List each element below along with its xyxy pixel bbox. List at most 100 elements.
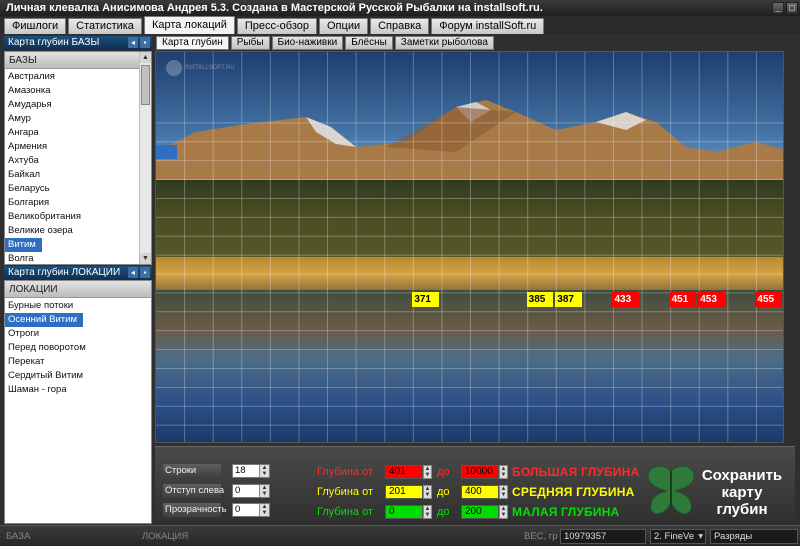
depth-from-label: Глубина от: [317, 506, 373, 518]
list-item-label: Байкал: [8, 169, 41, 180]
list-item[interactable]: Осенний Витим: [5, 313, 151, 328]
tab-statistics[interactable]: Статистика: [68, 18, 142, 34]
main-tab-bar: Фишлоги Статистика Карта локаций Пресс-о…: [0, 16, 800, 34]
up-arrow-icon[interactable]: ▲: [140, 52, 151, 63]
list-item-label: Осенний Витим: [5, 313, 84, 328]
rows-stepper[interactable]: 18 ▲ ▼: [232, 464, 270, 478]
depth-marker[interactable]: 453: [698, 292, 725, 307]
list-item-label: Перед поворотом: [8, 342, 86, 354]
list-item[interactable]: Амазонка: [5, 84, 139, 98]
pane-pin-icon[interactable]: ◂: [128, 267, 138, 278]
list-item-label: Сердитый Витим: [8, 370, 84, 382]
tab-options[interactable]: Опции: [319, 18, 369, 34]
tab-forum[interactable]: Форум installSoft.ru: [431, 18, 545, 34]
list-item[interactable]: Великие озера: [5, 224, 139, 238]
bases-scrollbar[interactable]: ▲ ▼: [139, 52, 151, 264]
pane-pin-icon[interactable]: ◂: [128, 37, 138, 48]
down-arrow-icon[interactable]: ▼: [140, 253, 151, 264]
tab-fish[interactable]: Рыбы: [230, 36, 270, 50]
locations-pane-title: Карта глубин ЛОКАЦИИ: [8, 267, 121, 278]
spin-arrows-icon[interactable]: ▲ ▼: [259, 485, 269, 497]
list-item[interactable]: Волга: [5, 252, 139, 265]
list-item[interactable]: Армения: [5, 140, 139, 154]
list-item[interactable]: Бурные потоки: [5, 299, 151, 313]
list-item[interactable]: Перед поворотом: [5, 341, 151, 355]
list-item[interactable]: Болгария: [5, 196, 139, 210]
pane-close-icon[interactable]: ▪: [140, 37, 150, 48]
map-control-panel: Строки 18 ▲ ▼ Отступ слева 0 ▲ ▼ Прозрачно…: [155, 446, 795, 523]
tab-help[interactable]: Справка: [370, 18, 430, 34]
left-margin-label: Отступ слева: [163, 484, 225, 498]
tab-press-review[interactable]: Пресс-обзор: [236, 18, 317, 34]
depth-marker[interactable]: 455: [755, 292, 782, 307]
list-item-label: Беларусь: [8, 183, 50, 194]
spin-arrows-icon[interactable]: ▲ ▼: [259, 465, 269, 477]
save-button-label: Сохранить карту глубин: [701, 467, 783, 518]
depth-marker[interactable]: 433: [612, 292, 640, 307]
pane-close-icon[interactable]: ▪: [140, 267, 150, 278]
spin-arrows-icon[interactable]: ▲ ▼: [499, 465, 508, 479]
tab-spoons[interactable]: Блёсны: [345, 36, 393, 50]
depth-from-input[interactable]: 201: [385, 485, 423, 499]
list-item[interactable]: Беларусь: [5, 182, 139, 196]
tab-notes[interactable]: Заметки рыболова: [394, 36, 494, 50]
left-margin-stepper[interactable]: 0 ▲ ▼: [232, 484, 270, 498]
list-item[interactable]: Витим: [5, 238, 139, 253]
depth-from-input[interactable]: 0: [385, 505, 423, 519]
list-item[interactable]: Великобритания: [5, 210, 139, 224]
depth-to-input[interactable]: 400: [461, 485, 499, 499]
list-item-label: Армения: [8, 141, 48, 152]
maximize-button[interactable]: □: [786, 2, 798, 14]
spin-arrows-icon[interactable]: ▲ ▼: [499, 485, 508, 499]
status-mode-select[interactable]: 2. FineVe ▾: [650, 529, 706, 544]
list-item[interactable]: Сердитый Витим: [5, 369, 151, 383]
status-ranks-select[interactable]: Разряды: [710, 529, 798, 544]
list-item[interactable]: Австралия: [5, 70, 139, 84]
spin-arrows-icon[interactable]: ▲ ▼: [423, 465, 432, 479]
bases-pane-title: Карта глубин БАЗЫ: [8, 37, 100, 48]
chevron-down-icon[interactable]: ▾: [698, 530, 703, 543]
rows-label: Строки: [163, 464, 221, 478]
bases-list-header: БАЗЫ: [5, 52, 151, 69]
depth-category-name: СРЕДНЯЯ ГЛУБИНА: [512, 485, 635, 499]
list-item-label: Амур: [8, 113, 31, 124]
list-item[interactable]: Амур: [5, 112, 139, 126]
list-item[interactable]: Амударья: [5, 98, 139, 112]
depth-marker[interactable]: 371: [412, 292, 439, 307]
status-weight-value: 10979357: [560, 529, 646, 544]
spin-arrows-icon[interactable]: ▲ ▼: [423, 485, 432, 499]
list-item-label: Амазонка: [8, 85, 51, 96]
list-item[interactable]: Перекат: [5, 355, 151, 369]
depth-from-input[interactable]: 401: [385, 465, 423, 479]
list-item[interactable]: Байкал: [5, 168, 139, 182]
depth-map-view[interactable]: INSTALLSOFT.RU 371 385 387 433 451 453 455: [155, 51, 784, 443]
depth-category-name: МАЛАЯ ГЛУБИНА: [512, 505, 620, 519]
butterfly-logo-icon: [647, 465, 695, 515]
list-item[interactable]: Шаман - гора: [5, 383, 151, 397]
depth-to-input[interactable]: 10000: [461, 465, 499, 479]
tab-depth-map[interactable]: Карта глубин: [156, 36, 229, 50]
list-item[interactable]: Отроги: [5, 327, 151, 341]
list-item[interactable]: Ангара: [5, 126, 139, 140]
minimize-button[interactable]: _: [772, 2, 784, 14]
status-mode-value: 2. FineVe: [654, 531, 695, 542]
tab-location-map[interactable]: Карта локаций: [143, 16, 235, 34]
depth-marker[interactable]: 451: [669, 292, 697, 307]
scroll-thumb[interactable]: [141, 65, 150, 105]
depth-marker[interactable]: 387: [555, 292, 582, 307]
depth-marker[interactable]: 385: [526, 292, 554, 307]
spin-arrows-icon[interactable]: ▲ ▼: [499, 505, 508, 519]
spin-arrows-icon[interactable]: ▲ ▼: [423, 505, 432, 519]
save-depth-map-button[interactable]: Сохранить карту глубин: [643, 461, 793, 521]
list-item[interactable]: Ахтуба: [5, 154, 139, 168]
depth-to-input[interactable]: 200: [461, 505, 499, 519]
spin-arrows-icon[interactable]: ▲ ▼: [259, 504, 269, 516]
tab-fishlogs[interactable]: Фишлоги: [4, 18, 67, 34]
watermark-logo-icon: [166, 60, 182, 76]
transparency-stepper[interactable]: 0 ▲ ▼: [232, 503, 270, 517]
list-item-label: Волга: [8, 253, 34, 265]
list-item-label: Амударья: [8, 99, 52, 110]
tab-bio-baits[interactable]: Био-наживки: [271, 36, 344, 50]
selected-grid-cell[interactable]: [156, 145, 177, 159]
status-weight-label: ВЕС, гр: [524, 531, 558, 542]
